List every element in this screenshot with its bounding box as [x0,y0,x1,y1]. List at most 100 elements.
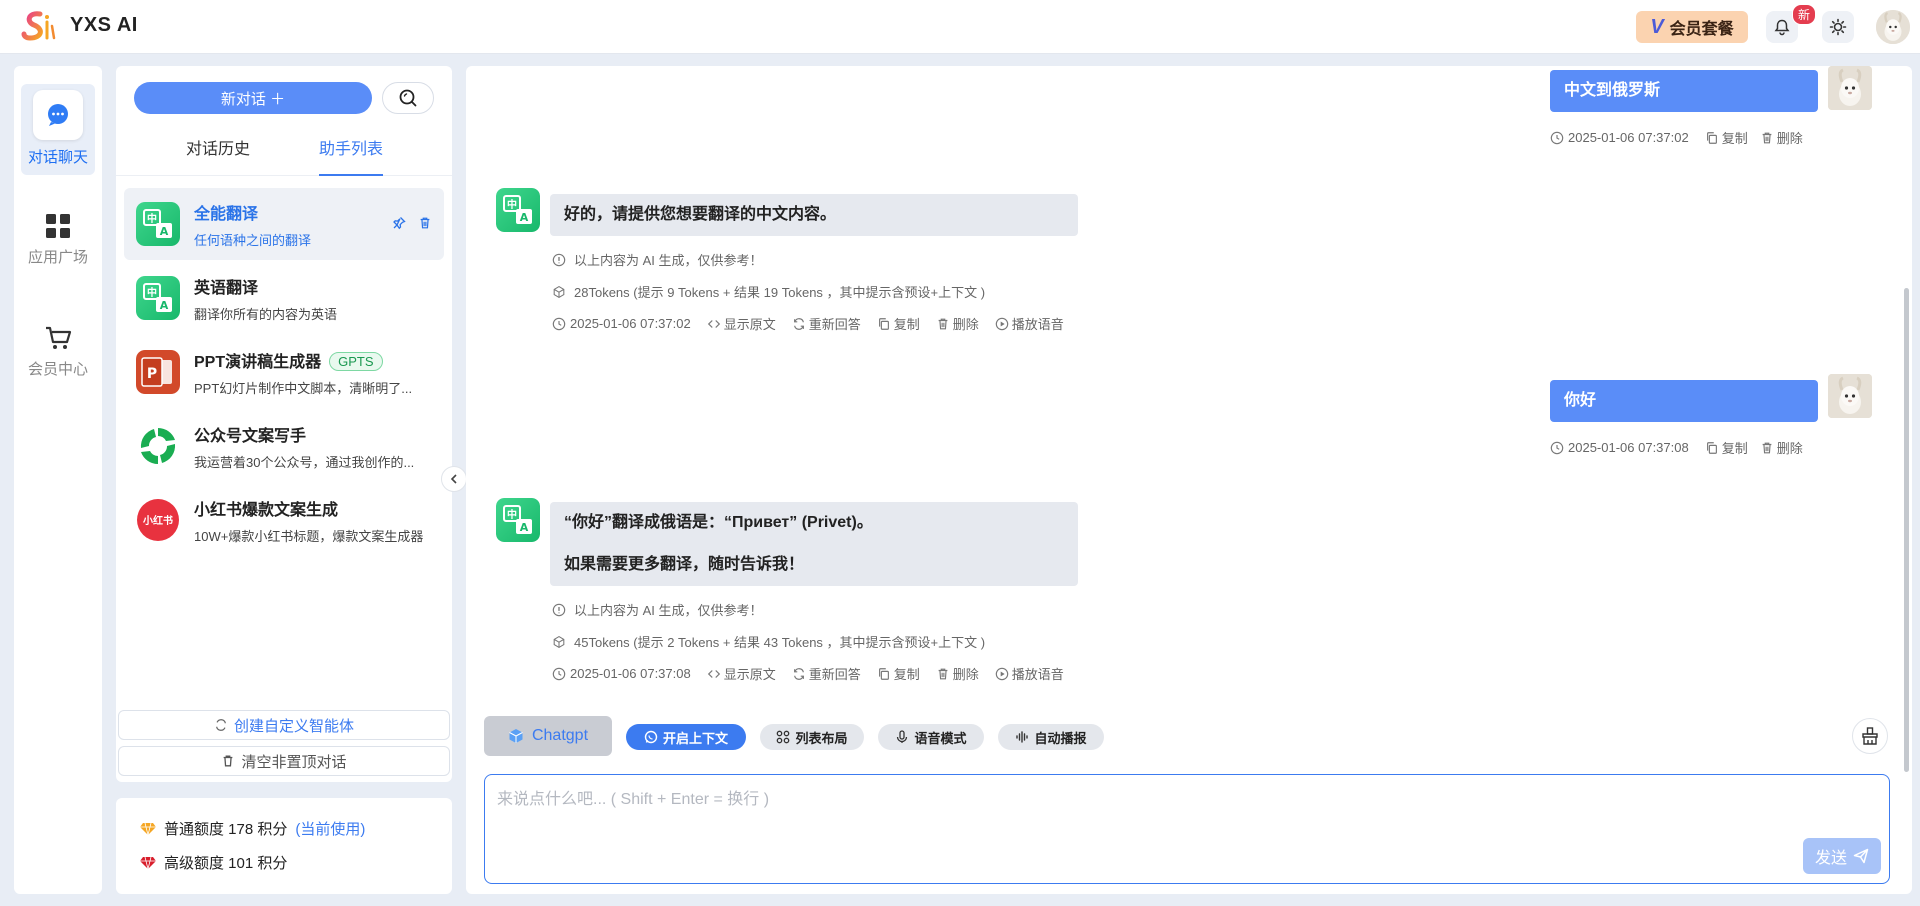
assistant-item[interactable]: 全能翻译 任何语种之间的翻译 [124,188,444,260]
assistant-item[interactable]: 英语翻译 翻译你所有的内容为英语 [124,262,444,334]
regenerate-label: 重新回答 [808,317,861,332]
user-avatar [1828,66,1872,110]
assistant-item[interactable]: P PPT演讲稿生成器 GPTS PPT幻灯片制作中文脚本，清晰明了... [124,336,444,408]
collapse-panel-button[interactable] [441,466,467,492]
wechat-official-icon [136,424,180,468]
message-meta: 2025-01-06 07:37:08 复制 删除 [1550,438,1803,457]
assistant-name: 小红书爆款文案生成 [194,502,339,519]
voice-label: 语音模式 [914,730,967,746]
assistant-desc: PPT幻灯片制作中文脚本，清晰明了... [194,381,413,396]
clear-chat-button[interactable] [1852,718,1888,754]
layout-toggle[interactable]: 列表布局 [760,724,864,750]
chevron-left-icon [450,474,457,484]
play-label: 播放语音 [1011,317,1064,332]
bot-message-line: “你好”翻译成俄语是：“Привет” (Privet)。 [564,514,873,531]
token-text: 45Tokens (提示 2 Tokens + 结果 43 Tokens ，其中… [574,635,986,650]
copy-button[interactable]: 复制 [1705,128,1748,147]
autoplay-toggle[interactable]: 自动播报 [998,724,1104,750]
tab-assistant-list[interactable]: 助手列表 [319,136,384,176]
rail-item-label: 应用广场 [27,249,88,266]
create-agent-label: 创建自定义智能体 [233,717,354,735]
regenerate-button[interactable]: 重新回答 [792,664,861,683]
panel-tabs: 对话历史 助手列表 [116,136,452,176]
trash-icon [936,317,950,331]
svg-text:P: P [147,366,157,382]
vip-plan-button[interactable]: V 会员套餐 [1636,11,1748,43]
create-agent-button[interactable]: 创建自定义智能体 [118,710,450,740]
goat-avatar-icon [1828,374,1872,418]
delete-button[interactable]: 删除 [1760,438,1803,457]
whatsapp-chat-icon [644,730,658,744]
rail-item-app-square[interactable]: 应用广场 [14,212,102,267]
bot-message-bubble: “你好”翻译成俄语是：“Привет” (Privet)。 如果需要更多翻译，随… [550,502,1078,586]
delete-label: 删除 [952,317,979,332]
search-button[interactable] [382,82,434,114]
message-input-box [484,774,1890,884]
user-avatar [1828,374,1872,418]
cart-icon [46,326,72,349]
delete-label: 删除 [1776,131,1803,146]
delete-button[interactable]: 删除 [936,314,979,333]
new-chat-button[interactable]: 新对话 ＋ [134,82,372,114]
assistant-item[interactable]: 公众号文案写手 我运营着30个公众号，通过我创作的... [124,410,444,482]
apps-grid-icon [46,214,70,238]
assistant-item[interactable]: 小红书 小红书爆款文案生成 10W+爆款小红书标题，爆款文案生成器 [124,484,444,556]
info-icon [552,253,566,267]
context-toggle[interactable]: 开启上下文 [626,724,746,750]
cube-model-icon [509,729,523,743]
show-raw-button[interactable]: 显示原文 [707,314,776,333]
assistant-desc: 翻译你所有的内容为英语 [194,307,338,322]
user-message-bubble: 中文到俄罗斯 [1550,70,1818,112]
clock-icon [1550,131,1564,145]
microphone-icon [897,730,908,743]
disclaimer-text: 以上内容为 AI 生成，仅供参考！ [574,253,763,268]
app-logo[interactable] [20,8,60,46]
chat-icon [48,104,68,126]
cube-icon [552,635,566,649]
context-label: 开启上下文 [662,730,728,746]
delete-button[interactable]: 删除 [936,664,979,683]
message-time: 2025-01-06 07:37:02 [1568,130,1689,145]
quota-panel: 普通额度 178 积分 (当前使用) 高级额度 101 积分 [116,798,452,894]
play-audio-button[interactable]: 播放语音 [995,664,1064,683]
play-label: 播放语音 [1011,667,1064,682]
copy-button[interactable]: 复制 [1705,438,1748,457]
pin-icon[interactable] [392,216,406,230]
chat-scrollbar[interactable] [1904,288,1909,772]
theme-toggle-button[interactable] [1822,11,1854,43]
message-input[interactable] [497,785,1857,825]
clear-chats-button[interactable]: 清空非置顶对话 [118,746,450,776]
refresh-icon [792,317,806,331]
show-raw-button[interactable]: 显示原文 [707,664,776,683]
regenerate-button[interactable]: 重新回答 [792,314,861,333]
assistant-desc: 我运营着30个公众号，通过我创作的... [194,455,415,470]
copy-button[interactable]: 复制 [877,664,920,683]
current-use-link[interactable]: (当前使用) [295,818,365,839]
clock-icon [1550,441,1564,455]
trash-icon[interactable] [418,216,432,230]
play-audio-button[interactable]: 播放语音 [995,314,1064,333]
tab-chat-history[interactable]: 对话历史 [186,136,250,176]
send-label: 发送 [1814,850,1847,867]
copy-button[interactable]: 复制 [877,314,920,333]
search-icon [399,89,417,107]
trash-icon [1760,441,1774,455]
assistant-name: 公众号文案写手 [194,428,307,445]
code-icon [707,667,721,681]
delete-button[interactable]: 删除 [1760,128,1803,147]
copy-label: 复制 [1721,131,1748,146]
layout-label: 列表布局 [795,730,848,746]
diamond-red-icon [140,856,156,869]
user-avatar[interactable] [1876,10,1910,44]
voice-mode-toggle[interactable]: 语音模式 [878,724,984,750]
rail-item-chat[interactable]: 对话聊天 [21,84,95,175]
model-select-button[interactable]: Chatgpt [484,716,612,756]
normal-quota-text: 普通额度 178 积分 [164,821,288,838]
send-button[interactable]: 发送 [1803,838,1881,874]
message-meta: 2025-01-06 07:37:02 显示原文 重新回答 复制 删除 播放语音 [552,314,1064,333]
gpts-tag: GPTS [329,352,383,371]
autoplay-label: 自动播报 [1034,730,1087,746]
rail-item-member-center[interactable]: 会员中心 [14,324,102,379]
disclaimer-text: 以上内容为 AI 生成，仅供参考！ [574,603,763,618]
refresh-icon [792,667,806,681]
